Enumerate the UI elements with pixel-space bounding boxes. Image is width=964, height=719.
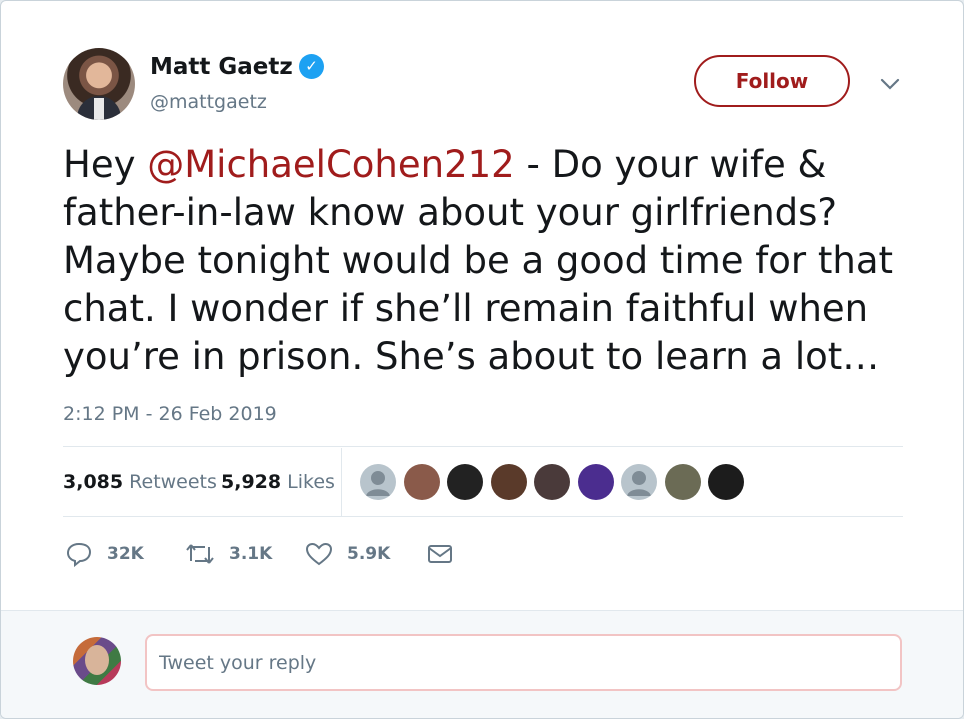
liker-avatar-8[interactable]: [664, 464, 701, 500]
direct-message-action[interactable]: [427, 539, 453, 569]
tweet-text-prefix: Hey: [63, 143, 148, 186]
avatar-shirt-shape: [94, 98, 104, 120]
liker-avatar-6[interactable]: [577, 464, 614, 500]
liker-avatar-1[interactable]: [360, 464, 396, 500]
liker-avatar-7[interactable]: [621, 464, 657, 500]
likes-count: 5,928: [221, 471, 282, 493]
retweets-label: Retweets: [129, 471, 217, 493]
stats-divider: [341, 448, 342, 516]
reply-input[interactable]: [145, 634, 902, 691]
current-user-avatar: [73, 637, 121, 685]
reply-icon: [66, 542, 92, 567]
tweet-card: Matt Gaetz ✓ @mattgaetz Follow Hey @Mich…: [0, 0, 964, 719]
envelope-icon: [428, 545, 452, 563]
tweet-text: Hey @MichaelCohen212 - Do your wife & fa…: [63, 141, 923, 381]
reply-action[interactable]: 32K: [65, 539, 144, 569]
divider-top: [63, 446, 903, 447]
reply-count: 32K: [107, 544, 144, 564]
likes-label: Likes: [287, 471, 335, 493]
chevron-down-icon[interactable]: [879, 73, 901, 95]
retweets-stat[interactable]: 3,085 Retweets: [63, 471, 217, 493]
like-action[interactable]: 5.9K: [305, 539, 390, 569]
author-avatar[interactable]: [63, 48, 135, 120]
author-name[interactable]: Matt Gaetz: [150, 53, 293, 81]
liker-avatar-2[interactable]: [403, 464, 440, 500]
retweets-count: 3,085: [63, 471, 124, 493]
heart-icon: [305, 542, 333, 566]
verified-badge-icon: ✓: [299, 54, 324, 79]
retweet-icon: [186, 544, 214, 564]
divider-bottom: [63, 516, 903, 517]
liker-avatar-5[interactable]: [534, 464, 570, 500]
liker-avatar-4[interactable]: [490, 464, 527, 500]
likes-stat[interactable]: 5,928 Likes: [221, 471, 335, 493]
current-user-face-shape: [85, 645, 109, 675]
liker-avatar-9[interactable]: [708, 464, 744, 500]
liker-avatar-3[interactable]: [447, 464, 483, 500]
author-handle[interactable]: @mattgaetz: [150, 91, 267, 113]
like-count: 5.9K: [347, 544, 391, 564]
follow-button[interactable]: Follow: [694, 55, 850, 107]
tweet-timestamp[interactable]: 2:12 PM - 26 Feb 2019: [63, 403, 277, 425]
retweet-action[interactable]: 3.1K: [185, 539, 272, 569]
retweet-count: 3.1K: [229, 544, 273, 564]
mention-link[interactable]: @MichaelCohen212: [147, 143, 514, 186]
